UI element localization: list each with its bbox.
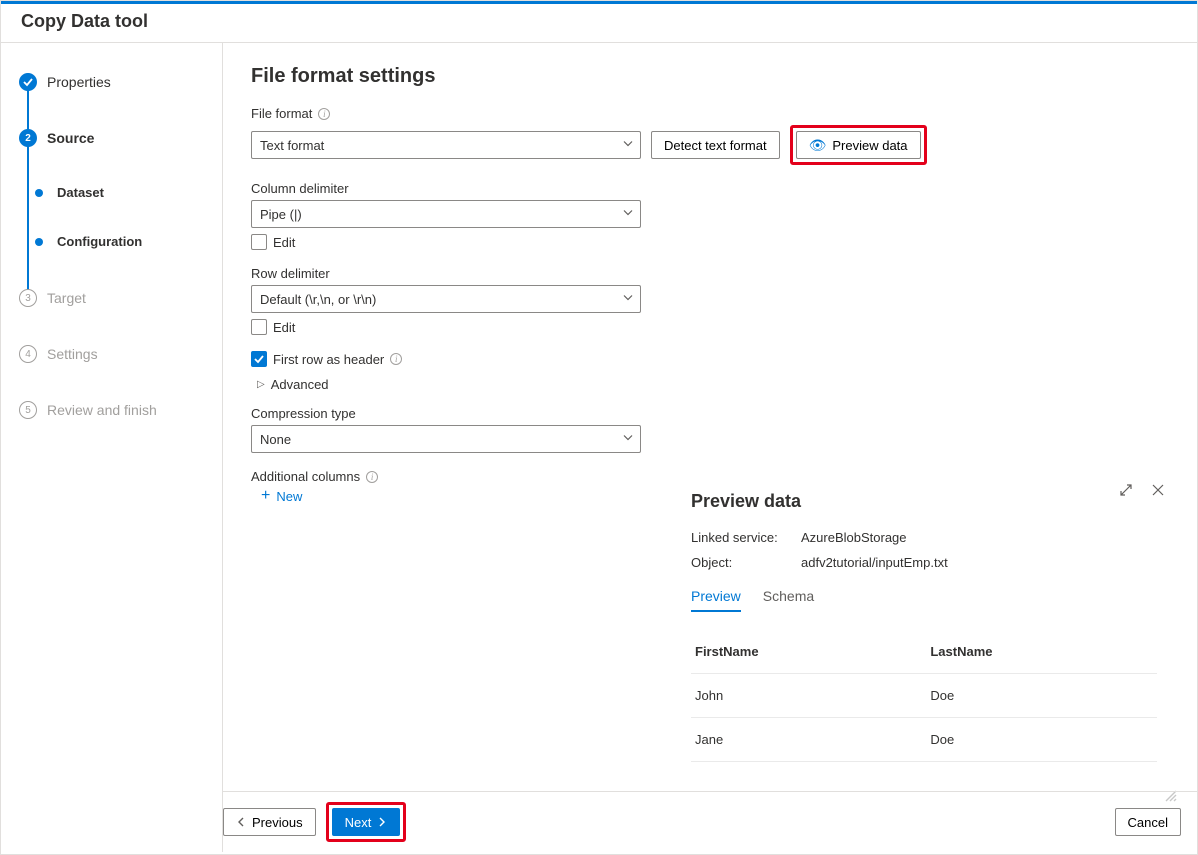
table-cell: Doe [926, 674, 1157, 718]
chevron-down-icon [622, 207, 634, 222]
step-number-icon: 3 [19, 289, 37, 307]
button-label: Next [345, 815, 372, 830]
page-title: Copy Data tool [1, 4, 1197, 43]
step-label: Properties [47, 74, 111, 90]
info-icon[interactable]: i [390, 353, 402, 365]
file-format-field: File format i Text format Detect text fo… [251, 106, 1169, 165]
substep-dot-icon [35, 238, 43, 246]
select-value: Pipe (|) [260, 207, 302, 222]
column-delimiter-select[interactable]: Pipe (|) [251, 200, 641, 228]
field-label-text: Additional columns [251, 469, 360, 484]
button-label: Detect text format [664, 138, 767, 153]
object-value: adfv2tutorial/inputEmp.txt [801, 555, 948, 570]
section-heading: File format settings [251, 65, 1169, 88]
info-icon[interactable]: i [366, 471, 378, 483]
next-button[interactable]: Next [332, 808, 401, 836]
substep-configuration[interactable]: Configuration [1, 228, 222, 255]
advanced-toggle[interactable]: ▷ Advanced [257, 377, 1169, 392]
file-format-select[interactable]: Text format [251, 131, 641, 159]
step-label: Review and finish [47, 402, 157, 418]
field-label-text: Column delimiter [251, 181, 349, 196]
table-cell: Jane [691, 718, 926, 762]
row-delimiter-select[interactable]: Default (\r,\n, or \r\n) [251, 285, 641, 313]
column-delim-edit-checkbox[interactable] [251, 234, 267, 250]
object-label: Object: [691, 555, 801, 570]
substep-label: Dataset [57, 185, 104, 200]
advanced-label: Advanced [271, 377, 329, 392]
button-label: Previous [252, 815, 303, 830]
step-review[interactable]: 5 Review and finish [1, 395, 222, 425]
step-settings[interactable]: 4 Settings [1, 339, 222, 369]
button-label: Cancel [1128, 815, 1168, 830]
substep-dot-icon [35, 189, 43, 197]
table-header: LastName [926, 630, 1157, 674]
step-number-icon: 4 [19, 345, 37, 363]
info-icon[interactable]: i [318, 108, 330, 120]
column-delimiter-field: Column delimiter Pipe (|) Edit [251, 181, 1169, 250]
cancel-button[interactable]: Cancel [1115, 808, 1181, 836]
main-content: File format settings File format i Text … [223, 43, 1197, 852]
tutorial-highlight: 👁 Preview data [790, 125, 927, 165]
substep-dataset[interactable]: Dataset [1, 179, 222, 206]
preview-icon: 👁 [809, 137, 827, 154]
linked-service-value: AzureBlobStorage [801, 530, 907, 545]
table-header: FirstName [691, 630, 926, 674]
previous-button[interactable]: Previous [223, 808, 316, 836]
button-label: Preview data [832, 138, 907, 153]
tutorial-highlight: Next [326, 802, 407, 842]
caret-right-icon: ▷ [257, 379, 265, 390]
row-delim-edit-checkbox[interactable] [251, 319, 267, 335]
table-row: Jane Doe [691, 718, 1157, 762]
close-icon[interactable] [1151, 483, 1165, 500]
select-value: None [260, 432, 291, 447]
step-properties[interactable]: Properties [1, 67, 222, 97]
field-label-text: Row delimiter [251, 266, 330, 281]
preview-data-button[interactable]: 👁 Preview data [796, 131, 921, 159]
preview-table: FirstName LastName John Doe Jane Doe [691, 630, 1157, 762]
step-target[interactable]: 3 Target [1, 283, 222, 313]
chevron-down-icon [622, 432, 634, 447]
step-label: Source [47, 130, 94, 146]
expand-icon[interactable] [1119, 483, 1133, 500]
tab-schema[interactable]: Schema [763, 588, 814, 612]
add-new-label: New [276, 489, 302, 504]
step-source[interactable]: 2 Source [1, 123, 222, 153]
row-delimiter-field: Row delimiter Default (\r,\n, or \r\n) E… [251, 266, 1169, 335]
table-row: John Doe [691, 674, 1157, 718]
wizard-footer: Previous Next Cancel [223, 791, 1197, 852]
step-number-icon: 2 [19, 129, 37, 147]
substep-label: Configuration [57, 234, 142, 249]
select-value: Text format [260, 138, 324, 153]
step-label: Target [47, 290, 86, 306]
preview-data-panel: Preview data Linked service: AzureBlobSt… [667, 469, 1181, 806]
field-label-text: Compression type [251, 406, 356, 421]
checkbox-label: First row as header [273, 352, 384, 367]
checkbox-label: Edit [273, 235, 295, 250]
plus-icon: + [261, 488, 270, 504]
check-icon [19, 73, 37, 91]
chevron-down-icon [622, 138, 634, 153]
table-cell: Doe [926, 718, 1157, 762]
select-value: Default (\r,\n, or \r\n) [260, 292, 376, 307]
first-row-header-checkbox[interactable] [251, 351, 267, 367]
linked-service-label: Linked service: [691, 530, 801, 545]
compression-field: Compression type None [251, 406, 1169, 453]
tab-preview[interactable]: Preview [691, 588, 741, 612]
chevron-right-icon [377, 815, 387, 830]
wizard-sidebar: Properties 2 Source Dataset Configuratio… [1, 43, 223, 852]
preview-title: Preview data [691, 491, 1157, 512]
step-label: Settings [47, 346, 98, 362]
chevron-down-icon [622, 292, 634, 307]
chevron-left-icon [236, 815, 246, 830]
table-cell: John [691, 674, 926, 718]
step-number-icon: 5 [19, 401, 37, 419]
detect-text-format-button[interactable]: Detect text format [651, 131, 780, 159]
field-label-text: File format [251, 106, 312, 121]
checkbox-label: Edit [273, 320, 295, 335]
compression-select[interactable]: None [251, 425, 641, 453]
